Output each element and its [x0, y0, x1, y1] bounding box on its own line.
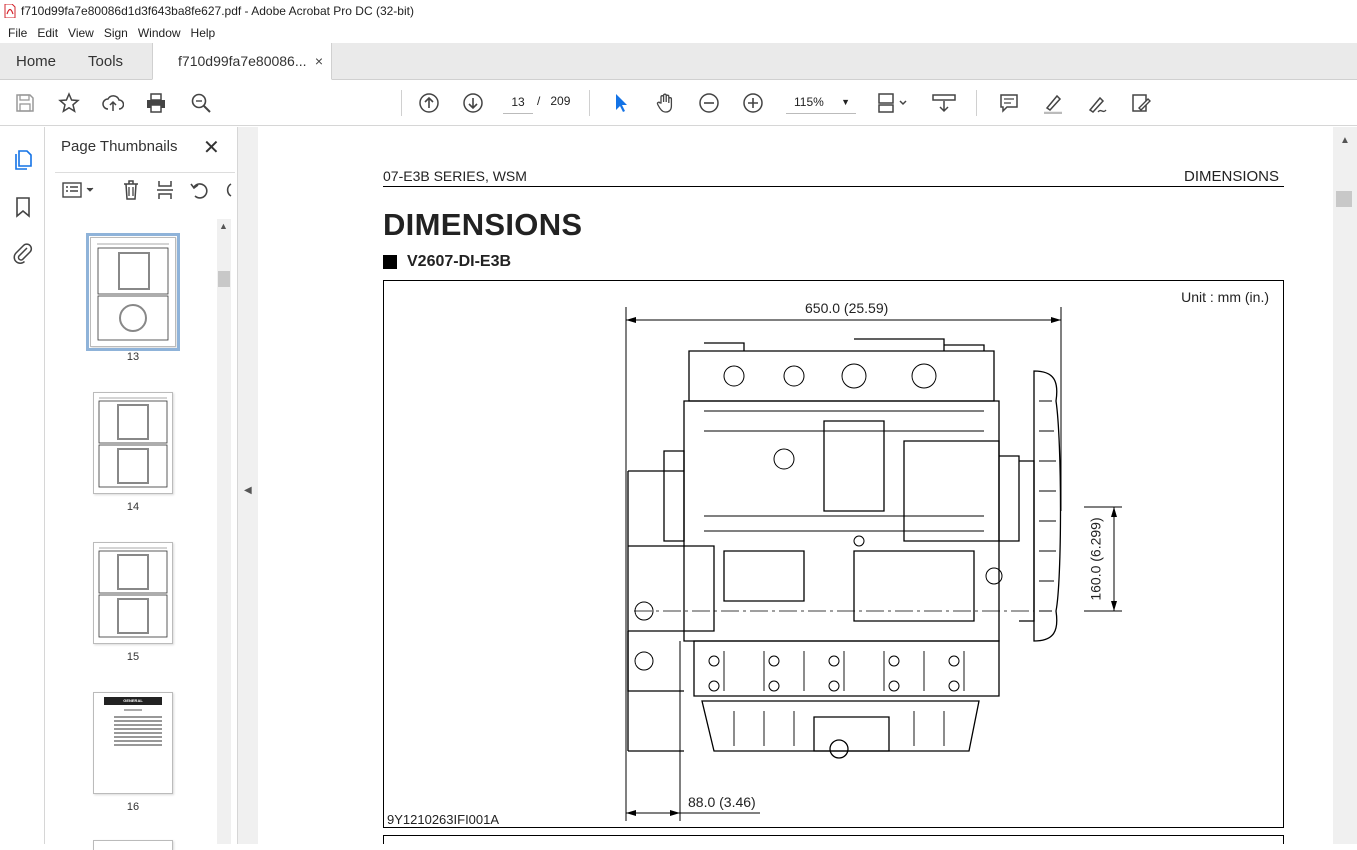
highlight-icon[interactable] [1041, 91, 1065, 115]
dimension-height-label: 160.0 (6.299) [1087, 517, 1104, 601]
scroll-up-icon[interactable]: ▲ [1340, 135, 1350, 146]
sign-icon[interactable] [1085, 91, 1109, 115]
save-icon[interactable] [13, 91, 37, 115]
menu-file[interactable]: File [3, 26, 32, 40]
scroll-mode-icon[interactable] [931, 91, 959, 115]
title-bar: f710d99fa7e80086d1d3f643ba8fe627.pdf - A… [0, 0, 1357, 22]
document-scrollbar[interactable]: ▲ [1333, 127, 1357, 844]
close-icon[interactable]: ✕ [203, 135, 220, 160]
page-thumbnail-13[interactable] [86, 233, 180, 351]
page-thumbnail-14[interactable] [93, 392, 173, 494]
thumbnail-panel: Page Thumbnails ✕ ▲ 13 14 15 GENERAL 16 [45, 127, 238, 850]
select-arrow-icon[interactable] [609, 91, 633, 115]
square-bullet-icon [383, 255, 397, 269]
page-header-left: 07-E3B SERIES, WSM [383, 168, 527, 184]
next-figure-box [383, 835, 1284, 844]
thumbnail-preview [97, 243, 169, 341]
section-title: V2607-DI-E3B [383, 253, 511, 271]
menu-view[interactable]: View [63, 26, 99, 40]
fit-page-icon[interactable] [876, 91, 910, 115]
dimension-offset-label: 88.0 (3.46) [688, 794, 756, 810]
page-thumbnail-17[interactable] [93, 840, 173, 850]
rotate-icon[interactable] [189, 179, 211, 201]
bookmark-icon[interactable] [11, 195, 35, 219]
thumbnail-preview [98, 547, 168, 638]
chevron-down-icon: ▼ [841, 97, 850, 107]
dimension-width-label: 650.0 (25.59) [805, 300, 889, 316]
panel-collapse-strip[interactable]: ◀ [238, 127, 258, 844]
attachment-icon[interactable] [11, 241, 35, 265]
zoom-search-icon[interactable] [189, 91, 213, 115]
window-title: f710d99fa7e80086d1d3f643ba8fe627.pdf - A… [21, 4, 414, 18]
menu-sign[interactable]: Sign [99, 26, 133, 40]
thumbnail-section-heading: GENERAL [104, 697, 162, 705]
menu-window[interactable]: Window [133, 26, 186, 40]
pdf-page: 07-E3B SERIES, WSM DIMENSIONS DIMENSIONS… [258, 127, 1333, 844]
page-thumbnail-16[interactable]: GENERAL [93, 692, 173, 794]
collapse-panel-icon[interactable]: ◀ [244, 485, 252, 496]
extract-page-icon[interactable] [155, 179, 175, 201]
thumbnail-scrollbar[interactable]: ▲ [217, 219, 231, 844]
page-header-right: DIMENSIONS [1184, 168, 1280, 185]
document-viewport[interactable]: 07-E3B SERIES, WSM DIMENSIONS DIMENSIONS… [258, 127, 1333, 844]
options-menu-icon[interactable] [62, 181, 96, 199]
engine-drawing [625, 307, 1122, 821]
toolbar-divider [401, 90, 402, 116]
page-thumbnails-icon[interactable] [11, 148, 35, 172]
document-scroll-thumb[interactable] [1336, 191, 1352, 207]
more-tools-icon[interactable] [223, 179, 233, 201]
toolbar-divider [976, 90, 977, 116]
main-toolbar [0, 80, 1357, 126]
hand-icon[interactable] [653, 91, 677, 115]
page-down-icon[interactable] [461, 91, 485, 115]
tab-document[interactable]: f710d99fa7e80086... × [152, 43, 333, 80]
tab-home[interactable]: Home [0, 43, 72, 79]
menu-help[interactable]: Help [186, 26, 221, 40]
zoom-level-select[interactable]: 115% ▼ [786, 90, 856, 114]
thumbnail-label-15: 15 [126, 651, 140, 663]
star-icon[interactable] [57, 91, 81, 115]
figure-code: 9Y1210263IFI001A [387, 812, 500, 827]
page-title: DIMENSIONS [383, 207, 583, 242]
thumbnail-scroll-thumb[interactable] [218, 271, 230, 287]
tab-bar: Home Tools f710d99fa7e80086... × [0, 43, 1357, 80]
menu-edit[interactable]: Edit [32, 26, 63, 40]
section-title-text: V2607-DI-E3B [407, 253, 512, 270]
thumbnail-label-16: 16 [126, 801, 140, 813]
scroll-up-icon[interactable]: ▲ [219, 221, 228, 231]
page-thumbnail-15[interactable] [93, 542, 173, 644]
header-rule [383, 186, 1284, 187]
dimension-figure: Unit : mm (in.) 650.0 (25.59) 160.0 (6.2… [383, 280, 1284, 828]
close-tab-icon[interactable]: × [315, 53, 323, 69]
delete-icon[interactable] [121, 179, 141, 201]
upload-icon[interactable] [101, 91, 125, 115]
page-count: / 209 [537, 94, 571, 108]
left-rail [0, 127, 45, 844]
print-icon[interactable] [144, 91, 168, 115]
pdf-file-icon [4, 4, 16, 18]
zoom-out-icon[interactable] [697, 91, 721, 115]
current-page-input[interactable]: 13 [503, 90, 533, 114]
edit-pdf-icon[interactable] [1129, 91, 1153, 115]
toolbar-divider [589, 90, 590, 116]
thumbnail-label-13: 13 [126, 351, 140, 363]
panel-title: Page Thumbnails [61, 138, 178, 155]
tab-tools[interactable]: Tools [72, 43, 139, 79]
tab-document-label: f710d99fa7e80086... [178, 53, 307, 69]
thumbnail-preview [114, 709, 162, 746]
zoom-level-value: 115% [794, 95, 824, 109]
zoom-in-icon[interactable] [741, 91, 765, 115]
menu-bar: File Edit View Sign Window Help [0, 22, 1357, 43]
page-up-icon[interactable] [417, 91, 441, 115]
thumbnail-label-14: 14 [126, 501, 140, 513]
comment-icon[interactable] [997, 91, 1021, 115]
thumbnail-preview [98, 397, 168, 488]
thumbnail-toolbar [55, 172, 235, 202]
